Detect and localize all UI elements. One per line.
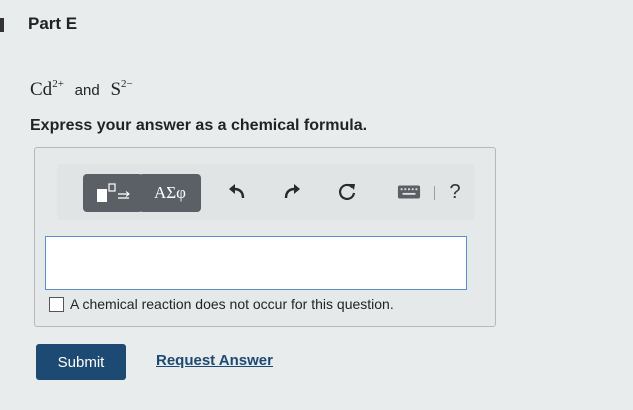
submit-button[interactable]: Submit — [36, 344, 126, 380]
ion2-charge: 2− — [121, 78, 133, 90]
toolbar-divider — [434, 186, 435, 200]
ion1-base: Cd — [30, 79, 53, 100]
greek-symbols-button[interactable]: ΑΣφ — [139, 174, 201, 212]
ion-pair: Cd2+ and S2− — [30, 78, 133, 101]
templates-icon — [97, 183, 130, 202]
request-answer-link[interactable]: Request Answer — [156, 352, 273, 369]
help-button[interactable]: ? — [443, 180, 467, 204]
no-reaction-checkbox[interactable] — [49, 296, 64, 312]
reset-icon[interactable] — [335, 180, 359, 204]
no-reaction-label: A chemical reaction does not occur for t… — [70, 296, 394, 312]
answer-input[interactable] — [45, 236, 467, 290]
ion2-base: S — [110, 79, 122, 100]
equation-toolbar: ΑΣφ ? — [57, 164, 475, 220]
no-reaction-option[interactable]: A chemical reaction does not occur for t… — [49, 296, 394, 312]
answer-panel: ΑΣφ ? A chemical reaction does not occur… — [34, 147, 496, 327]
undo-icon[interactable] — [225, 180, 249, 204]
ion1-charge: 2+ — [52, 78, 64, 90]
redo-icon[interactable] — [280, 180, 304, 204]
instruction-text: Express your answer as a chemical formul… — [30, 117, 368, 134]
conjunction: and — [74, 82, 100, 99]
templates-button[interactable] — [83, 174, 143, 212]
part-title: Part E — [28, 14, 78, 33]
part-marker — [0, 18, 4, 32]
keyboard-icon[interactable] — [397, 180, 421, 204]
